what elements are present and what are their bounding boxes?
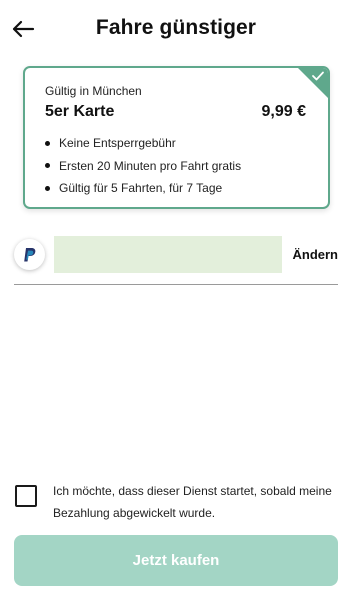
feature-list: Keine Entsperrgebühr Ersten 20 Minuten p… <box>45 132 241 200</box>
bullet-icon <box>45 140 50 146</box>
feature-text: Gültig für 5 Fahrten, für 7 Tage <box>59 181 223 195</box>
paypal-icon <box>23 247 35 261</box>
product-card-5er-karte[interactable]: Gültig in München 5er Karte 9,99 € Keine… <box>23 66 330 209</box>
header: Fahre günstiger <box>0 0 352 58</box>
bullet-icon <box>45 163 50 169</box>
bullet-icon <box>45 185 50 191</box>
paypal-badge <box>14 239 45 270</box>
product-price: 9,99 € <box>261 103 306 120</box>
feature-text: Keine Entsperrgebühr <box>59 136 176 150</box>
product-name: 5er Karte <box>45 103 115 120</box>
divider <box>14 284 338 285</box>
payment-method-row: Ändern <box>14 236 338 276</box>
payment-method-field <box>54 236 282 273</box>
buy-now-button[interactable]: Jetzt kaufen <box>14 535 338 586</box>
consent-text: Ich möchte, dass dieser Dienst startet, … <box>53 484 332 520</box>
feature-text: Ersten 20 Minuten pro Fahrt gratis <box>59 158 242 173</box>
feature-item: Gültig für 5 Fahrten, für 7 Tage <box>45 177 241 200</box>
validity-label: Gültig in München <box>45 84 142 98</box>
feature-item: Ersten 20 Minuten pro Fahrt gratis <box>45 155 241 178</box>
feature-item: Keine Entsperrgebühr <box>45 132 241 155</box>
consent-checkbox[interactable] <box>15 485 37 507</box>
checkmark-icon <box>312 71 324 81</box>
consent-row: Ich möchte, dass dieser Dienst startet, … <box>15 480 337 528</box>
change-payment-button[interactable]: Ändern <box>293 247 339 262</box>
page-title: Fahre günstiger <box>95 16 257 39</box>
